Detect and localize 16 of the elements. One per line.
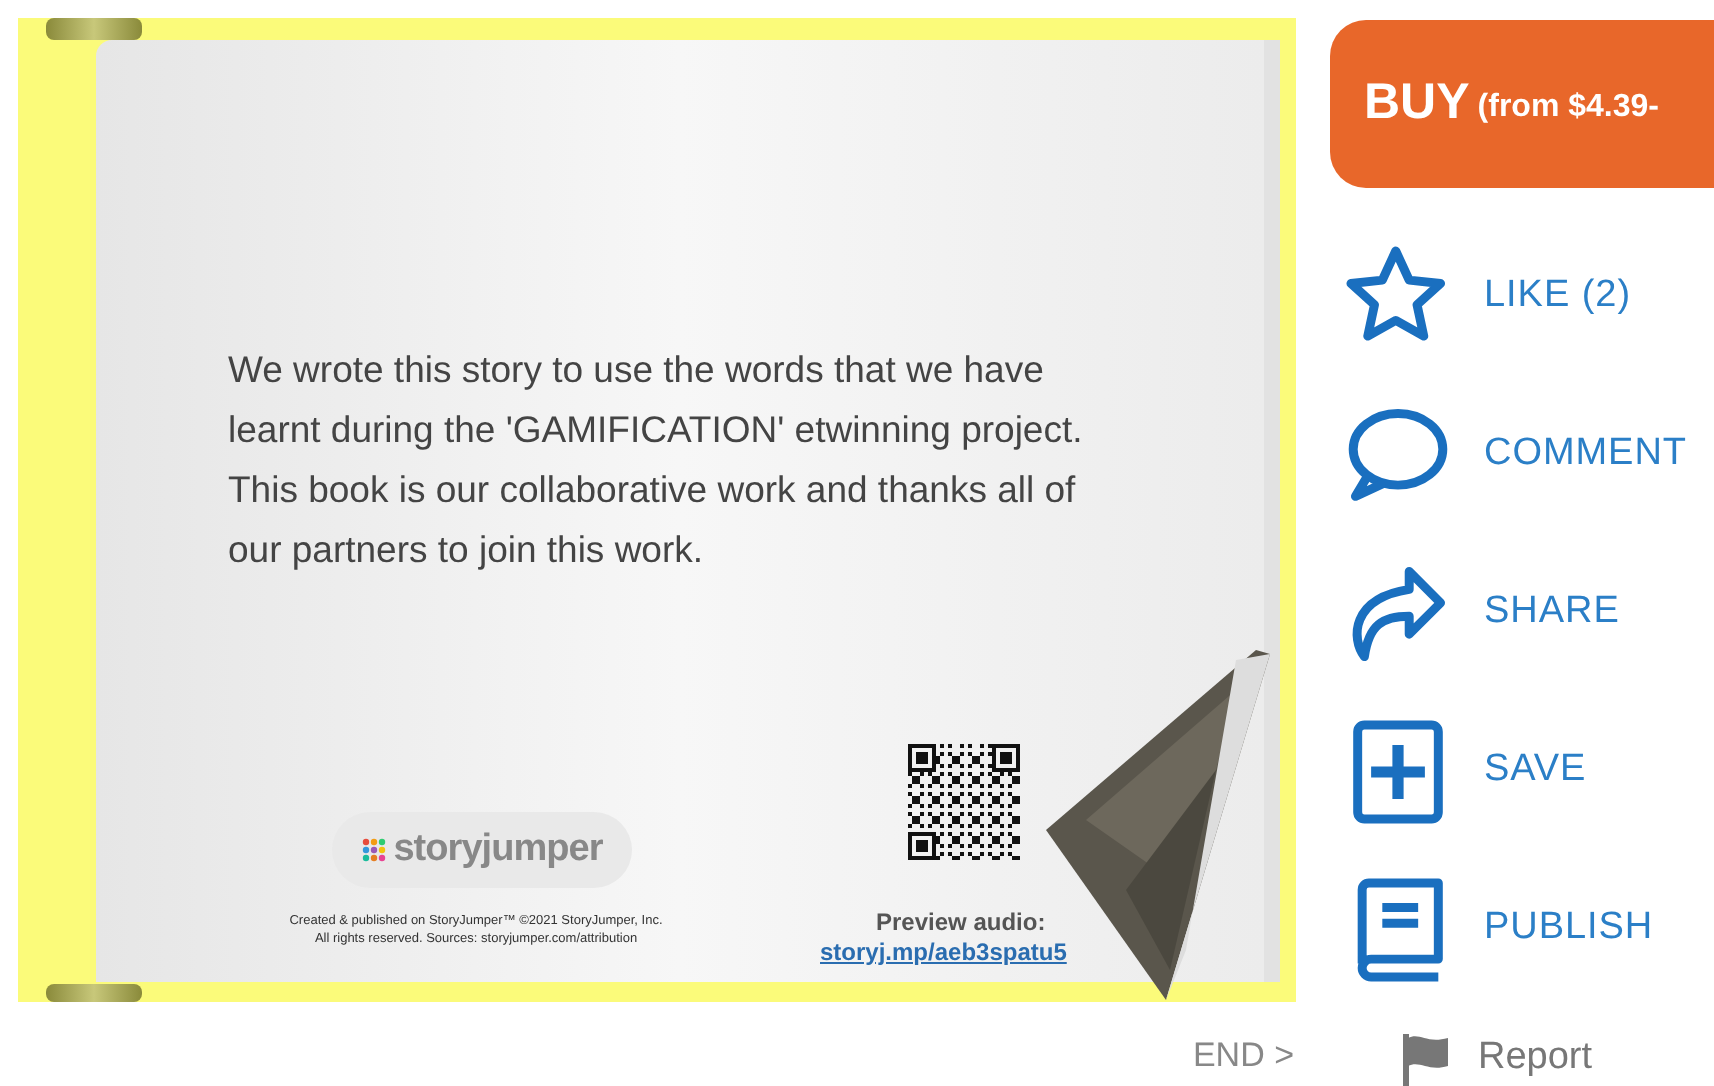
flag-icon: [1398, 1029, 1454, 1086]
end-link[interactable]: END >: [1192, 1030, 1294, 1081]
buy-button[interactable]: BUY (from $4.39-: [1330, 20, 1714, 187]
action-link[interactable]: SHARE: [1340, 557, 1714, 669]
preview-audio-label: Preview audio:: [876, 906, 1046, 940]
logo-text: storyjumper: [393, 825, 603, 874]
action-link[interactable]: SAVE: [1340, 715, 1714, 827]
story-paragraph: We wrote this story to use the words that we have learnt during the 'GAMIFICATION' etwinning project.: [228, 346, 1085, 454]
dots-icon: [361, 838, 386, 862]
story-paragraph: This book is our collaborative work and thanks all of our partners to join this work.: [228, 466, 1078, 574]
action-link[interactable]: LIKE (2): [1340, 241, 1714, 353]
action-link[interactable]: PUBLISH: [1340, 873, 1714, 985]
preview-audio-link[interactable]: storyj.mp/aeb3spatu5: [820, 934, 1067, 970]
action-link[interactable]: COMMENT: [1340, 399, 1714, 511]
report-link[interactable]: Report: [1478, 1029, 1593, 1086]
qr-code-icon: [908, 744, 1020, 860]
